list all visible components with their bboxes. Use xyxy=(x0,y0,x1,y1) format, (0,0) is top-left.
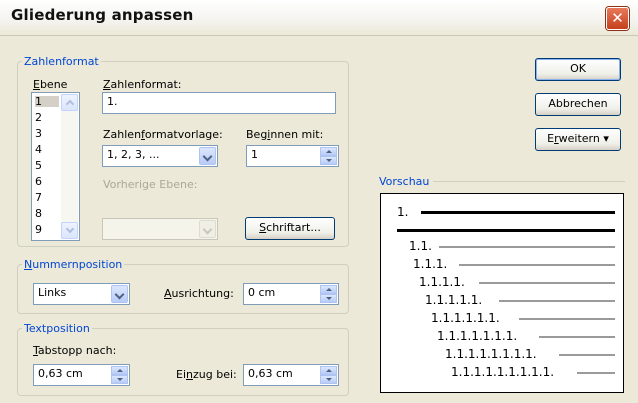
abbrechen-button[interactable]: Abbrechen xyxy=(535,93,621,116)
einzug-stepper[interactable]: 0,63 cm xyxy=(243,364,339,386)
close-button[interactable]: ✕ xyxy=(606,7,629,30)
ebene-label: Ebene xyxy=(33,78,68,91)
zahlenformat-legend: Zahlenformat xyxy=(24,55,99,68)
preview-line: 1.1.1.1.1.1.1. xyxy=(437,329,518,343)
dialog-title: Gliederung anpassen xyxy=(11,6,194,24)
tabstopp-stepper[interactable]: 0,63 cm xyxy=(33,364,130,386)
ausrichtung-value: 0 cm xyxy=(248,286,276,299)
list-item[interactable]: 2 xyxy=(35,112,59,123)
tabstopp-value: 0,63 cm xyxy=(38,367,83,380)
title-bar: Gliederung anpassen ✕ xyxy=(0,0,638,36)
beginnen-mit-value: 1 xyxy=(251,148,258,161)
preview-rule xyxy=(519,318,615,320)
list-item[interactable]: 1 xyxy=(35,96,59,107)
einzug-label: Einzug bei: xyxy=(176,368,237,381)
list-item[interactable]: 7 xyxy=(35,192,59,203)
zahlenformatvorlage-select[interactable]: 1, 2, 3, ... xyxy=(102,145,218,167)
vorschau-label: Vorschau xyxy=(379,175,430,188)
zahlenformat-label: Zahlenformat: xyxy=(103,78,182,91)
ebene-listbox[interactable]: 1 2 3 4 5 6 7 8 9 xyxy=(31,92,80,241)
spinner-icon[interactable] xyxy=(320,366,337,384)
preview-rule xyxy=(459,264,615,266)
nummernposition-legend: Nummernposition xyxy=(24,258,123,271)
preview-rule xyxy=(397,229,615,232)
ebene-scrollbar[interactable] xyxy=(61,94,78,239)
einzug-value: 0,63 cm xyxy=(248,367,293,380)
preview-line: 1.1.1.1. xyxy=(419,275,465,289)
spinner-icon[interactable] xyxy=(320,147,337,165)
ausrichtung-stepper[interactable]: 0 cm xyxy=(243,283,339,305)
chevron-down-icon: ▾ xyxy=(603,132,609,145)
textposition-legend: Textposition xyxy=(24,322,90,335)
zahlenformatvorlage-label: Zahlenformatvorlage: xyxy=(103,128,223,141)
list-item[interactable]: 3 xyxy=(35,128,59,139)
schriftart-button[interactable]: Schriftart... xyxy=(245,217,335,240)
preview-line: 1. xyxy=(397,205,409,219)
close-icon: ✕ xyxy=(611,9,624,27)
chevron-down-icon[interactable] xyxy=(199,147,216,165)
beginnen-mit-stepper[interactable]: 1 xyxy=(246,145,339,167)
scroll-down-icon[interactable] xyxy=(61,222,78,239)
preview-rule xyxy=(499,300,615,302)
preview-rule xyxy=(539,336,615,338)
preview-rule xyxy=(421,211,615,214)
nummernposition-select[interactable]: Links xyxy=(33,283,130,305)
spinner-icon[interactable] xyxy=(111,366,128,384)
zahlenformatvorlage-value: 1, 2, 3, ... xyxy=(107,148,160,161)
preview-line: 1.1.1.1.1.1. xyxy=(431,311,500,325)
preview-rule xyxy=(577,372,615,374)
preview-line: 1.1. xyxy=(409,239,432,253)
preview-line: 1.1.1.1.1.1.1.1. xyxy=(445,347,537,361)
scroll-up-icon[interactable] xyxy=(61,94,78,111)
zahlenformat-input[interactable]: 1. xyxy=(102,92,336,114)
preview-pane: 1. 1.1. 1.1.1. 1.1.1.1. 1.1.1.1.1. 1.1.1… xyxy=(380,193,624,393)
preview-line: 1.1.1.1.1.1.1.1.1. xyxy=(451,365,555,379)
preview-rule xyxy=(479,282,615,284)
list-item[interactable]: 4 xyxy=(35,144,59,155)
list-item[interactable]: 5 xyxy=(35,160,59,171)
ok-button[interactable]: OK xyxy=(535,58,621,81)
erweitern-button[interactable]: Erweitern ▾ xyxy=(535,128,621,151)
chevron-down-icon xyxy=(199,220,216,238)
list-item[interactable]: 9 xyxy=(35,224,59,235)
vorherige-ebene-label: Vorherige Ebene: xyxy=(103,178,198,191)
chevron-down-icon[interactable] xyxy=(111,285,128,303)
preview-rule xyxy=(439,246,615,248)
preview-line: 1.1.1.1.1. xyxy=(425,293,483,307)
ausrichtung-label: Ausrichtung: xyxy=(164,287,234,300)
preview-rule xyxy=(559,354,615,356)
list-item[interactable]: 8 xyxy=(35,208,59,219)
vorherige-ebene-select xyxy=(102,218,218,240)
list-item[interactable]: 6 xyxy=(35,176,59,187)
spinner-icon[interactable] xyxy=(320,285,337,303)
vorschau-separator xyxy=(433,181,625,182)
beginnen-mit-label: Beginnen mit: xyxy=(246,128,324,141)
nummernposition-value: Links xyxy=(38,286,67,299)
preview-line: 1.1.1. xyxy=(413,257,448,271)
tabstopp-label: Tabstopp nach: xyxy=(33,344,117,357)
